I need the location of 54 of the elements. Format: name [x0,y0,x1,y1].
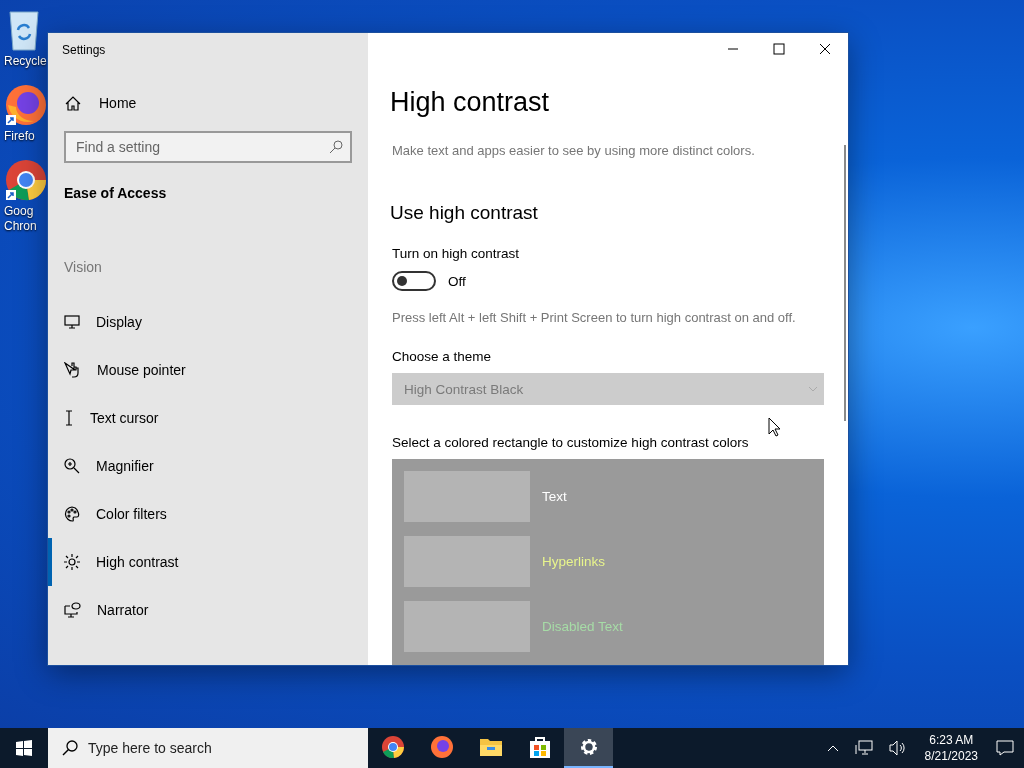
color-label: Hyperlinks [542,554,606,569]
taskbar-app-button[interactable] [564,728,613,768]
clock[interactable]: 6:23 AM 8/21/2023 [924,732,978,764]
search-field[interactable]: Find a setting [64,131,352,163]
nav-item[interactable]: Magnifier [48,442,368,490]
taskbar-search-field[interactable]: Type here to search [48,728,368,768]
desktop-icon-label: Goog Chron [4,204,37,234]
chrome-icon[interactable] [4,158,48,202]
toggle-state: Off [448,273,466,289]
home-link[interactable]: Home [65,95,368,111]
theme-label: Choose a theme [392,349,493,364]
section-heading: Use high contrast [390,202,539,224]
hand-pointer-icon [64,362,81,378]
text-cursor-icon [64,410,74,426]
desktop-icon-label: Recycle [4,54,47,69]
nav-item[interactable]: Display [48,298,368,346]
shortcut-hint: Press left Alt + left Shift + Print Screen to turn high contrast on and off. [392,309,797,327]
chrome-icon [380,735,405,759]
sun-icon [64,554,80,570]
category-heading: Ease of Access [64,185,168,201]
windows-logo-icon [16,740,32,756]
scrollbar[interactable] [844,145,846,421]
nav-item[interactable]: Color filters [48,490,368,538]
color-label: Disabled Text [542,619,623,634]
folder-icon [478,737,503,757]
nav-item[interactable]: Mouse pointer [48,346,368,394]
palette-icon [64,506,80,522]
maximize-icon [773,43,785,55]
page-title: High contrast [390,87,551,118]
close-icon [819,43,831,55]
toggle-switch[interactable] [392,271,436,291]
toggle-label: Turn on high contrast [392,246,521,261]
nav-item[interactable]: Narrator [48,586,368,634]
window-title: Settings [62,43,107,57]
color-swatch[interactable] [404,536,530,587]
colors-label: Select a colored rectangle to customize high contrast colors [392,435,750,450]
search-icon [329,140,343,154]
firefox-icon [429,735,454,759]
search-icon [62,740,78,756]
page-description: Make text and apps easier to see by using more distinct colors. [392,143,756,158]
firefox-icon[interactable] [4,83,48,127]
store-bag-icon [527,735,552,759]
chevron-down-icon [808,386,818,392]
group-heading: Vision [64,259,103,275]
color-swatch[interactable] [404,601,530,652]
color-swatch[interactable] [404,471,530,522]
mouse-cursor-icon [768,417,782,437]
desktop-icon-label: Firefo [4,129,35,144]
narrator-icon [64,602,81,618]
zoom-in-icon [64,458,80,474]
nav-item[interactable]: Text cursor [48,394,368,442]
monitor-icon [64,315,80,329]
color-label: Text [542,489,567,504]
home-icon [65,95,81,111]
